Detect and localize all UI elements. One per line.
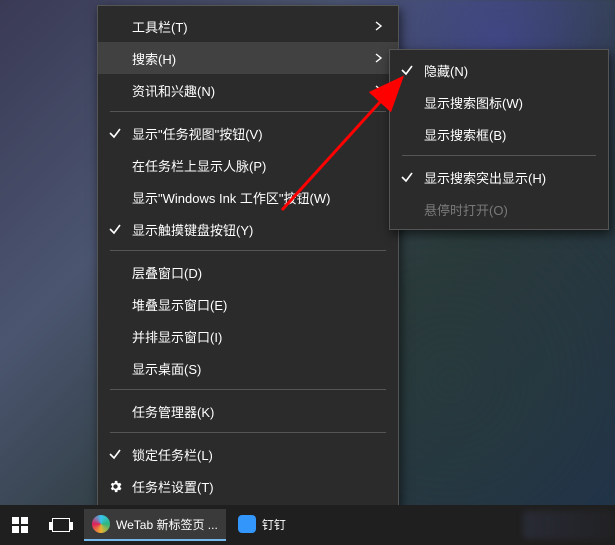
- system-tray[interactable]: [523, 511, 613, 539]
- menu-search[interactable]: 搜索(H): [98, 42, 398, 74]
- submenu-show-search-icon[interactable]: 显示搜索图标(W): [390, 86, 608, 118]
- menu-show-desktop[interactable]: 显示桌面(S): [98, 352, 398, 384]
- menu-settings-label: 任务栏设置(T): [132, 477, 370, 496]
- menu-sidebyside-windows[interactable]: 并排显示窗口(I): [98, 320, 398, 352]
- submenu-highlights-label: 显示搜索突出显示(H): [424, 168, 580, 187]
- edge-icon: [92, 515, 110, 533]
- menu-sidebyside-label: 并排显示窗口(I): [132, 327, 370, 346]
- submenu-show-search-box[interactable]: 显示搜索框(B): [390, 118, 608, 150]
- taskbar-app-dingtalk-label: 钉钉: [262, 516, 286, 533]
- menu-separator: [110, 111, 386, 112]
- check-icon: [98, 222, 132, 236]
- chevron-right-icon: [370, 21, 388, 31]
- submenu-open-on-hover: 悬停时打开(O): [390, 193, 608, 225]
- check-icon: [390, 63, 424, 77]
- menu-taskbar-settings[interactable]: 任务栏设置(T): [98, 470, 398, 502]
- submenu-openhover-label: 悬停时打开(O): [424, 200, 580, 219]
- search-submenu: 隐藏(N) 显示搜索图标(W) 显示搜索框(B) 显示搜索突出显示(H) 悬停时…: [389, 49, 609, 230]
- menu-separator: [402, 155, 596, 156]
- menu-toolbars-label: 工具栏(T): [132, 17, 370, 36]
- submenu-hidden-label: 隐藏(N): [424, 61, 580, 80]
- check-icon: [98, 126, 132, 140]
- submenu-hidden[interactable]: 隐藏(N): [390, 54, 608, 86]
- menu-showdesktop-label: 显示桌面(S): [132, 359, 370, 378]
- menu-show-ink-workspace[interactable]: 显示"Windows Ink 工作区"按钮(W): [98, 181, 398, 213]
- chevron-right-icon: [370, 85, 388, 95]
- taskbar-app-wetab[interactable]: WeTab 新标签页 ...: [84, 509, 226, 541]
- menu-ink-label: 显示"Windows Ink 工作区"按钮(W): [132, 188, 370, 207]
- check-icon: [390, 170, 424, 184]
- menu-cascade-label: 层叠窗口(D): [132, 263, 370, 282]
- menu-cascade-windows[interactable]: 层叠窗口(D): [98, 256, 398, 288]
- menu-separator: [110, 432, 386, 433]
- menu-show-taskview-button[interactable]: 显示"任务视图"按钮(V): [98, 117, 398, 149]
- menu-stacked-windows[interactable]: 堆叠显示窗口(E): [98, 288, 398, 320]
- menu-toolbars[interactable]: 工具栏(T): [98, 10, 398, 42]
- windows-logo-icon: [12, 517, 28, 533]
- menu-taskmgr-label: 任务管理器(K): [132, 402, 370, 421]
- menu-search-label: 搜索(H): [132, 49, 370, 68]
- dingtalk-icon: [238, 515, 256, 533]
- taskbar[interactable]: WeTab 新标签页 ... 钉钉: [0, 505, 615, 545]
- submenu-show-highlights[interactable]: 显示搜索突出显示(H): [390, 161, 608, 193]
- menu-touchkb-label: 显示触摸键盘按钮(Y): [132, 220, 370, 239]
- start-button[interactable]: [0, 505, 40, 545]
- menu-stacked-label: 堆叠显示窗口(E): [132, 295, 370, 314]
- chevron-right-icon: [370, 53, 388, 63]
- menu-lock-label: 锁定任务栏(L): [132, 445, 370, 464]
- check-icon: [98, 447, 132, 461]
- taskbar-context-menu: 工具栏(T) 搜索(H) 资讯和兴趣(N) 显示"任务视图"按钮(V) 在任务栏…: [97, 5, 399, 507]
- taskbar-app-dingtalk[interactable]: 钉钉: [230, 509, 294, 541]
- task-view-button[interactable]: [40, 505, 82, 545]
- menu-separator: [110, 250, 386, 251]
- menu-news-interests[interactable]: 资讯和兴趣(N): [98, 74, 398, 106]
- menu-separator: [110, 389, 386, 390]
- menu-show-people[interactable]: 在任务栏上显示人脉(P): [98, 149, 398, 181]
- taskbar-app-wetab-label: WeTab 新标签页 ...: [116, 516, 218, 533]
- submenu-showicon-label: 显示搜索图标(W): [424, 93, 580, 112]
- menu-news-label: 资讯和兴趣(N): [132, 81, 370, 100]
- gear-icon: [98, 479, 132, 494]
- task-view-icon: [52, 518, 70, 532]
- menu-task-manager[interactable]: 任务管理器(K): [98, 395, 398, 427]
- menu-taskview-label: 显示"任务视图"按钮(V): [132, 124, 370, 143]
- menu-lock-taskbar[interactable]: 锁定任务栏(L): [98, 438, 398, 470]
- menu-people-label: 在任务栏上显示人脉(P): [132, 156, 370, 175]
- submenu-showbox-label: 显示搜索框(B): [424, 125, 580, 144]
- menu-show-touch-keyboard[interactable]: 显示触摸键盘按钮(Y): [98, 213, 398, 245]
